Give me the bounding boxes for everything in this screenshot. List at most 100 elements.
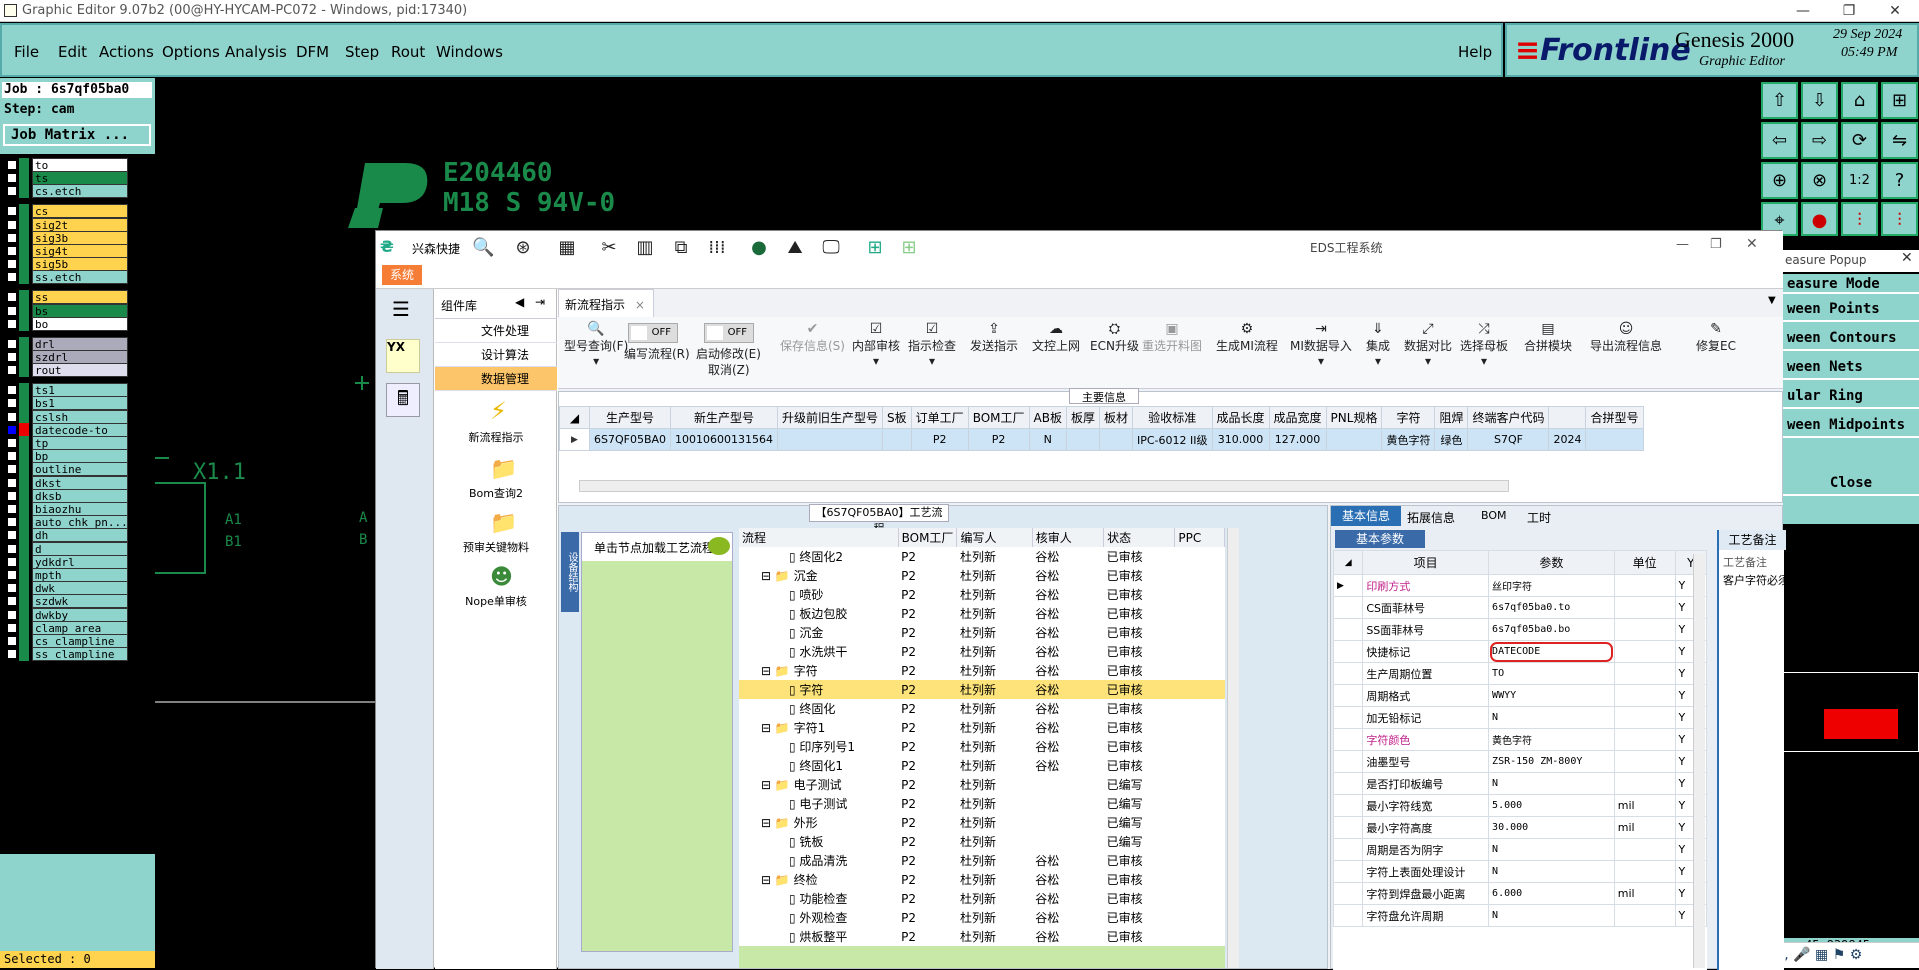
grid-cell[interactable]: IPC-6012 II级: [1132, 428, 1213, 451]
process-row[interactable]: ▯ 终固化2 P2 杜列新 谷松 已审核: [739, 547, 1225, 566]
menu-step[interactable]: Step: [345, 43, 379, 61]
layer-name[interactable]: clamp_area: [32, 620, 128, 635]
layer-name[interactable]: bs: [32, 303, 128, 318]
process-name[interactable]: ▯ 功能检查: [739, 889, 898, 908]
measure-nets[interactable]: ween Nets: [1783, 354, 1919, 380]
tab-bom[interactable]: BOM: [1481, 509, 1507, 522]
grid-cell[interactable]: 黄色字符: [1381, 428, 1436, 451]
check-instruction-button[interactable]: ☑ 指示检查 ▾: [908, 321, 956, 368]
process-name[interactable]: ▯ 水洗烘干: [739, 642, 898, 661]
param-header-cell[interactable]: 项目: [1362, 550, 1490, 575]
fix-ec-button[interactable]: ✎ 修复EC: [1696, 321, 1736, 354]
action-nope-review[interactable]: Nope单审核: [435, 593, 557, 609]
layer-checkbox[interactable]: [6, 450, 18, 463]
layer-name[interactable]: sig2t: [32, 217, 128, 232]
process-name[interactable]: ⊟ 📁 沉金: [739, 566, 898, 585]
zoom-center-icon[interactable]: ⊗: [1801, 162, 1838, 199]
layer-checkbox[interactable]: [6, 317, 18, 330]
menu-actions[interactable]: Actions: [99, 43, 154, 61]
layer-row[interactable]: to: [6, 158, 128, 172]
layer-row[interactable]: mpth: [6, 568, 128, 582]
grid-cell[interactable]: 127.000: [1268, 428, 1327, 451]
layer-name[interactable]: outline: [32, 462, 128, 477]
minimize-button[interactable]: —: [1780, 0, 1826, 22]
process-name[interactable]: ▯ 烘板整平: [739, 927, 898, 946]
process-name[interactable]: ▯ 终固化2: [739, 547, 898, 566]
collapse-icon[interactable]: ◀: [515, 295, 524, 309]
process-row[interactable]: ⊟ 📁 电子测试 P2 杜列新 已编写: [739, 775, 1225, 794]
process-name[interactable]: ▯ 铣板: [739, 832, 898, 851]
comp-item-file[interactable]: 文件处理: [435, 319, 557, 343]
film-icon[interactable]: ▥: [634, 237, 656, 259]
cursor-icon[interactable]: ●: [1801, 202, 1838, 236]
layer-name[interactable]: d: [32, 541, 128, 556]
layer-checkbox[interactable]: [6, 271, 18, 284]
layer-row[interactable]: dksb: [6, 488, 128, 503]
grid-header-cell[interactable]: 新生产型号: [670, 406, 779, 429]
person-icon[interactable]: ☻: [490, 565, 513, 590]
param-value[interactable]: N: [1488, 838, 1615, 861]
process-name[interactable]: ▯ 沉金: [739, 623, 898, 642]
process-name[interactable]: ▯ 字符: [739, 680, 898, 699]
param-row[interactable]: 最小字符线宽 5.000 mil Y: [1333, 794, 1707, 817]
send-instruction-button[interactable]: ⇪ 发送指示: [970, 321, 1018, 354]
layer-name[interactable]: datecode-to: [32, 422, 128, 437]
process-row[interactable]: ⊟ 📁 字符 P2 杜列新 谷松 已审核: [739, 661, 1225, 680]
zoom-fit-icon[interactable]: ⊕: [1761, 162, 1798, 199]
windows2-icon[interactable]: ⊞: [898, 237, 920, 259]
layer-checkbox[interactable]: [6, 582, 18, 595]
tab-extended-info[interactable]: 拓展信息: [1407, 509, 1455, 526]
grid-cell[interactable]: P2: [910, 428, 969, 451]
param-row[interactable]: 字符盘允许周期 N Y: [1333, 904, 1707, 927]
grid-hscrollbar[interactable]: [579, 480, 1509, 492]
process-row[interactable]: ⊟ 📁 沉金 P2 杜列新 谷松 已审核: [739, 566, 1225, 585]
action-review-material[interactable]: 预审关键物料: [435, 539, 557, 555]
user-icon[interactable]: ●: [748, 237, 770, 259]
eds-close-button[interactable]: ✕: [1746, 236, 1758, 252]
grid-header-cell[interactable]: 合拼型号: [1585, 406, 1644, 429]
process-name[interactable]: ⊟ 📁 字符1: [739, 718, 898, 737]
snap-icon[interactable]: ⟳: [1841, 122, 1878, 159]
param-row[interactable]: ▶ 印刷方式 丝印字符 Y: [1333, 574, 1707, 597]
start-modify-toggle[interactable]: OFF: [704, 323, 754, 343]
left-icon[interactable]: ⇦: [1761, 122, 1798, 159]
pin-icon[interactable]: ⇥: [535, 295, 545, 309]
table-icon[interactable]: ▦: [556, 237, 578, 259]
process-row[interactable]: ▯ 电子测试 P2 杜列新 已编写: [739, 794, 1225, 813]
tab-close-icon[interactable]: ×: [635, 298, 645, 312]
grid-cell[interactable]: [882, 428, 912, 451]
param-header-cell[interactable]: 参数: [1488, 550, 1615, 575]
layer-checkbox[interactable]: [6, 364, 18, 377]
grid-cell[interactable]: P2: [967, 428, 1030, 451]
home-icon[interactable]: ⇧: [1761, 82, 1798, 119]
action-bom-query[interactable]: Bom查询2: [435, 485, 557, 501]
tab-basic-info[interactable]: 基本信息: [1331, 506, 1401, 526]
search-icon[interactable]: 🔍: [472, 237, 494, 259]
layer-name[interactable]: rout: [32, 363, 128, 378]
process-name[interactable]: ▯ 终固化: [739, 699, 898, 718]
layer-row[interactable]: outline: [6, 462, 128, 477]
grid-icon[interactable]: ⊞: [1881, 82, 1918, 119]
param-value[interactable]: 6.000: [1488, 882, 1615, 905]
param-row[interactable]: 字符到焊盘最小距离 6.000 mil Y: [1333, 882, 1707, 905]
merge-module-button[interactable]: ▤ 合拼模块: [1524, 321, 1572, 354]
help-ring-icon[interactable]: ⊛: [512, 237, 534, 259]
layer-name[interactable]: dwkby: [32, 607, 128, 622]
write-flow-toggle[interactable]: OFF: [628, 323, 678, 343]
help-icon[interactable]: ?: [1881, 162, 1918, 199]
chart-icon[interactable]: ⛰: [784, 237, 806, 259]
layer-row[interactable]: sig2t: [6, 217, 128, 232]
mi-import-button[interactable]: ⇥ MI数据导入 ▾: [1290, 321, 1352, 368]
grid-header-cell[interactable]: AB板: [1028, 406, 1067, 429]
param-value[interactable]: N: [1488, 772, 1615, 795]
right-icon[interactable]: ⇨: [1801, 122, 1838, 159]
layer-checkbox[interactable]: [6, 503, 18, 515]
process-name[interactable]: ▯ 终固化1: [739, 756, 898, 775]
grid-cell[interactable]: 2024: [1548, 428, 1587, 451]
grid-header-cell[interactable]: [1548, 406, 1587, 429]
grid-header-cell[interactable]: 生产型号: [588, 406, 672, 429]
layer-row[interactable]: sig5b: [6, 257, 128, 272]
menu-options[interactable]: Options: [162, 43, 220, 61]
apps-icon[interactable]: ⁞⁞⁞: [706, 237, 728, 259]
param-row[interactable]: 最小字符高度 30.000 mil Y: [1333, 816, 1707, 839]
